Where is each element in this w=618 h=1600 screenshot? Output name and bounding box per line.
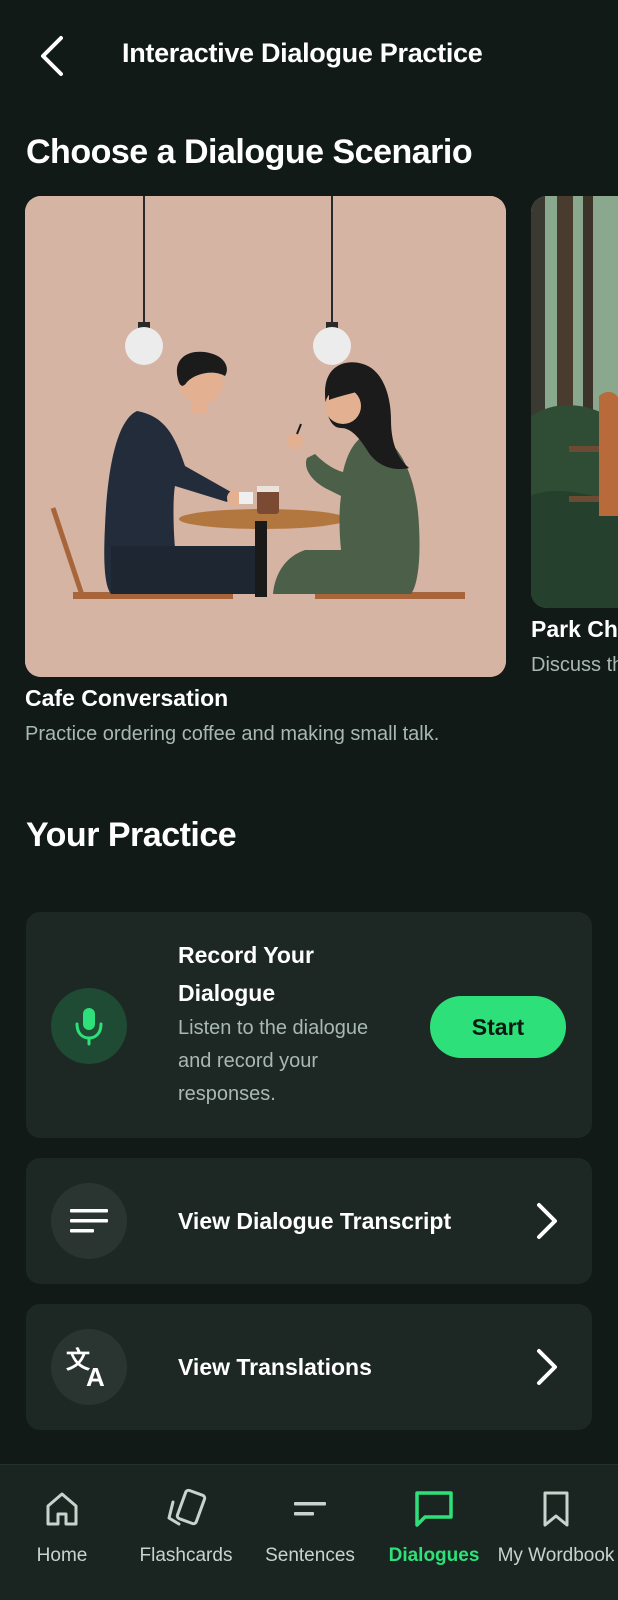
practice-section-title: Your Practice	[26, 816, 237, 854]
nav-label: Dialogues	[388, 1545, 480, 1566]
scenario-title: Cafe Conversation	[25, 685, 229, 711]
nav-flashcards[interactable]: Flashcards	[124, 1465, 248, 1600]
home-icon	[0, 1487, 124, 1531]
scenario-title: Park Chat	[531, 616, 618, 642]
record-desc-line1: Listen to the dialogue	[178, 1017, 369, 1039]
view-transcript-card[interactable]: View Dialogue Transcript	[26, 1158, 592, 1284]
cafe-illustration	[25, 196, 506, 677]
app-screen: Interactive Dialogue Practice Choose a D…	[0, 0, 618, 1600]
view-transcript-label: View Dialogue Transcript	[178, 1208, 452, 1234]
sentences-icon	[248, 1487, 372, 1531]
nav-label: Home	[36, 1545, 88, 1566]
nav-label: Sentences	[265, 1545, 355, 1566]
bottom-navigation: Home Flashcards Sentences Dialogues My W…	[0, 1464, 618, 1600]
chevron-right-icon	[532, 1345, 562, 1389]
page-title: Interactive Dialogue Practice	[122, 38, 483, 68]
lines-icon	[70, 1209, 108, 1233]
record-title-line2: Dialogue	[178, 980, 276, 1006]
park-illustration	[531, 196, 618, 608]
view-translations-label: View Translations	[178, 1354, 372, 1380]
chevron-right-icon	[532, 1199, 562, 1243]
microphone-icon-badge	[51, 988, 127, 1064]
lines-icon-badge	[51, 1183, 127, 1259]
nav-label: Flashcards	[139, 1545, 233, 1566]
start-button[interactable]: Start	[430, 996, 566, 1058]
translate-icon: 文 A	[66, 1346, 105, 1388]
bookmark-icon	[494, 1487, 618, 1531]
record-title-line1: Record Your	[178, 942, 314, 968]
back-button[interactable]	[30, 30, 74, 82]
nav-home[interactable]: Home	[0, 1465, 124, 1600]
scenario-card-cafe[interactable]: Cafe Conversation Practice ordering coff…	[25, 196, 506, 786]
scenario-card-park[interactable]: Park Chat Discuss the	[531, 196, 618, 786]
record-dialogue-card: Record Your Dialogue Listen to the dialo…	[26, 912, 592, 1138]
svg-text:A: A	[86, 1362, 105, 1388]
top-app-bar: Interactive Dialogue Practice	[0, 0, 618, 112]
record-desc-line2: and record your	[178, 1050, 319, 1072]
nav-sentences[interactable]: Sentences	[248, 1465, 372, 1600]
chat-icon	[372, 1487, 496, 1531]
flashcards-icon	[124, 1487, 248, 1531]
scenario-carousel[interactable]: Cafe Conversation Practice ordering coff…	[0, 196, 618, 786]
nav-dialogues[interactable]: Dialogues	[372, 1465, 496, 1600]
chevron-left-icon	[41, 36, 63, 76]
nav-my-wordbook[interactable]: My Wordbook	[494, 1465, 618, 1600]
record-desc-line3: responses.	[178, 1083, 276, 1105]
scenario-section-title: Choose a Dialogue Scenario	[26, 133, 473, 171]
scenario-description: Discuss the	[531, 654, 618, 676]
microphone-icon	[75, 1008, 103, 1046]
nav-label: My Wordbook	[497, 1545, 615, 1566]
view-translations-card[interactable]: 文 A View Translations	[26, 1304, 592, 1430]
scenario-description: Practice ordering coffee and making smal…	[25, 723, 440, 745]
translate-icon-badge: 文 A	[51, 1329, 127, 1405]
